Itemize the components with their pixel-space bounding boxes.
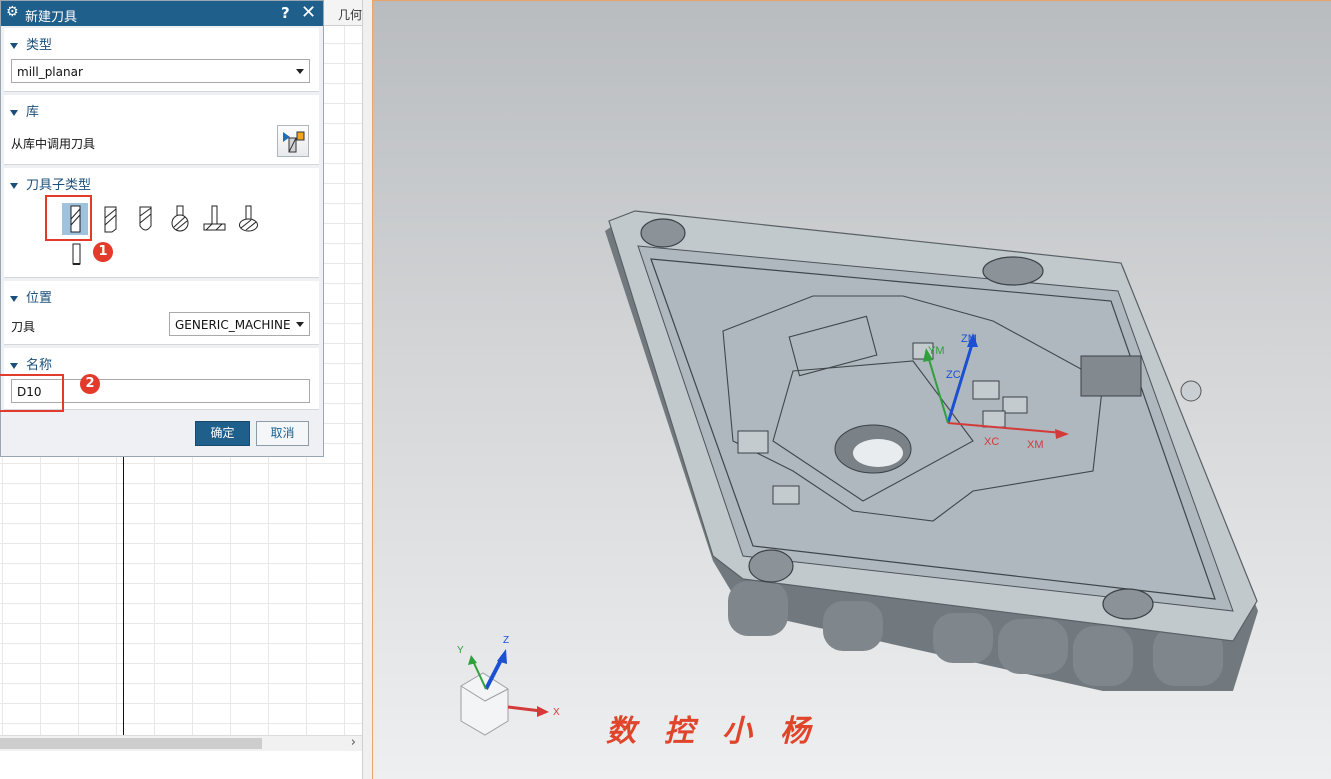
chevron-down-icon[interactable] <box>296 322 304 327</box>
collapse-triangle-icon[interactable] <box>10 109 18 116</box>
zm-label: ZM <box>961 333 977 345</box>
column-header-label: 几何 <box>338 8 363 22</box>
navigator-footer <box>0 751 362 779</box>
graphics-viewport[interactable]: YM ZM ZC XC XM Y Z X <box>372 0 1331 779</box>
highlight-box-name <box>0 374 64 412</box>
navigator-horizontal-scrollbar[interactable]: › <box>0 735 362 751</box>
ball-mill-icon[interactable] <box>132 203 158 235</box>
barrel-cutter-icon[interactable] <box>235 203 261 235</box>
cancel-button[interactable]: 取消 <box>256 421 309 446</box>
library-section-header[interactable]: 库 <box>10 101 39 120</box>
watermark-text: 数控小杨 <box>606 714 838 749</box>
collapse-triangle-icon[interactable] <box>10 295 18 302</box>
spherical-mill-icon[interactable] <box>167 203 193 235</box>
navigator-column-divider <box>123 457 124 735</box>
type-select-value: mill_planar <box>17 65 83 79</box>
name-section-header[interactable]: 名称 <box>10 354 52 373</box>
ok-button[interactable]: 确定 <box>195 421 250 446</box>
scroll-right-icon[interactable]: › <box>351 735 356 750</box>
dialog-title-bar[interactable]: ⚙ 新建刀具 ? ✕ <box>1 1 323 26</box>
t-cutter-icon[interactable] <box>201 203 227 235</box>
center-bore-through <box>853 439 903 467</box>
chamfer-mill-icon[interactable] <box>97 203 123 235</box>
step-badge-1: 1 <box>93 242 113 262</box>
close-icon[interactable]: ✕ <box>301 2 316 23</box>
zc-label: ZC <box>946 369 961 381</box>
drill-icon[interactable] <box>64 238 90 266</box>
help-icon[interactable]: ? <box>281 4 290 22</box>
tool-location-label: 刀具 <box>11 320 36 334</box>
collapse-triangle-icon[interactable] <box>10 362 18 369</box>
side-boss <box>1180 380 1202 402</box>
view-triad[interactable] <box>460 649 549 736</box>
type-select[interactable]: mill_planar <box>11 59 310 83</box>
collapse-triangle-icon[interactable] <box>10 42 18 49</box>
part-model <box>460 210 1258 736</box>
location-section: 位置 刀具 GENERIC_MACHINE <box>4 281 319 345</box>
ym-label: YM <box>928 345 945 357</box>
step-badge-2: 2 <box>80 374 100 394</box>
dialog-title: 新建刀具 <box>25 10 78 25</box>
type-section-header[interactable]: 类型 <box>10 34 52 53</box>
scrollbar-thumb[interactable] <box>0 738 262 749</box>
triad-y-label: Y <box>457 645 464 656</box>
subtype-section-header[interactable]: 刀具子类型 <box>10 174 91 193</box>
pane-splitter[interactable] <box>362 0 372 779</box>
library-tool-icon <box>283 131 305 153</box>
triad-x-label: X <box>553 707 560 718</box>
library-label: 从库中调用刀具 <box>11 137 96 151</box>
chevron-down-icon[interactable] <box>296 69 304 74</box>
navigator-column-header[interactable]: 几何 <box>322 0 362 26</box>
xc-label: XC <box>984 436 1000 448</box>
machine-select-value: GENERIC_MACHINE <box>175 318 291 332</box>
collapse-triangle-icon[interactable] <box>10 182 18 189</box>
machine-select[interactable]: GENERIC_MACHINE <box>169 312 310 336</box>
library-section: 库 从库中调用刀具 <box>4 95 319 165</box>
xm-label: XM <box>1027 439 1044 451</box>
gear-icon[interactable]: ⚙ <box>6 4 19 20</box>
location-section-header[interactable]: 位置 <box>10 287 52 306</box>
type-section: 类型 mill_planar <box>4 28 319 92</box>
highlight-box-mill-tool <box>45 195 92 241</box>
triad-z-label: Z <box>503 635 510 646</box>
retrieve-from-library-button[interactable] <box>277 125 309 157</box>
